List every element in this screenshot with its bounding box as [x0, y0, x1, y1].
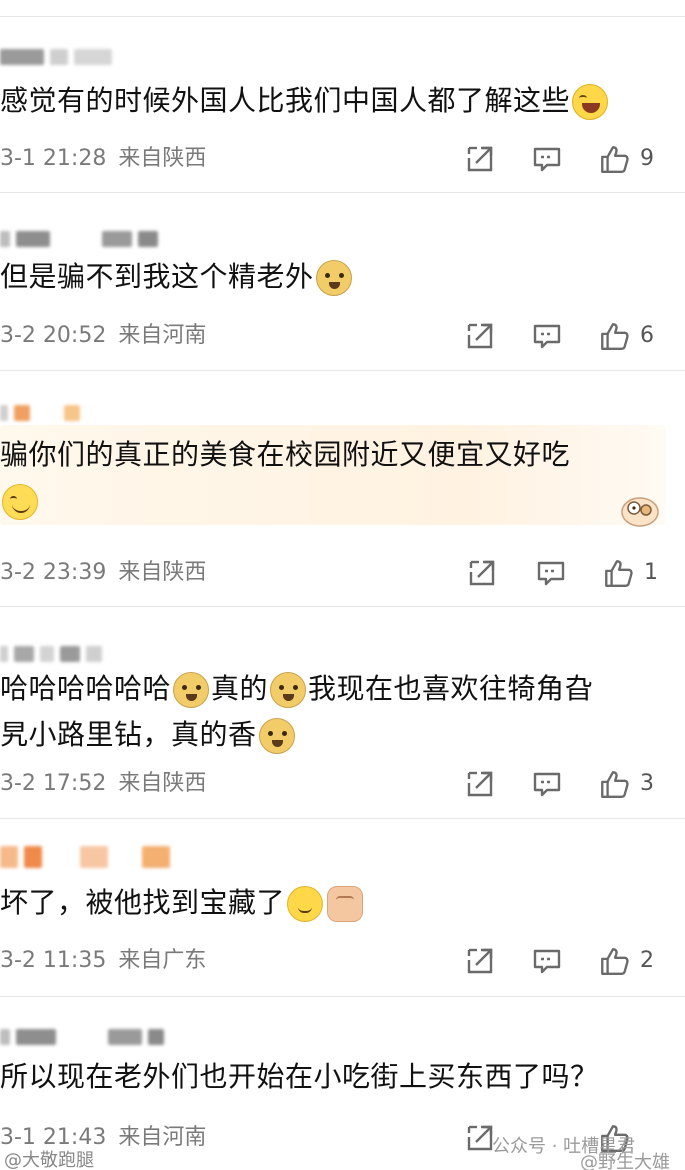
- username-blurred[interactable]: [0, 1028, 164, 1046]
- like-button[interactable]: 6: [598, 321, 654, 351]
- comment-location: 来自河南: [118, 1125, 207, 1150]
- thumbs-up-icon: [602, 557, 634, 589]
- reply-button[interactable]: [532, 321, 562, 351]
- like-button[interactable]: 9: [598, 144, 654, 174]
- comment-meta: 3-2 17:52 来自陕西 3: [0, 769, 685, 799]
- comment-time: 3-2 11:35: [0, 948, 107, 973]
- comment-time: 3-1 21:28: [0, 146, 107, 171]
- divider: [0, 370, 685, 371]
- comment-text: 哈哈哈哈哈哈 真的 我现在也喜欢往犄角旮 旯小路里钻，真的香: [0, 666, 660, 758]
- watermark-left: @大敬跑腿: [4, 1150, 94, 1170]
- comment-icon: [532, 946, 562, 976]
- reply-button[interactable]: [536, 558, 566, 588]
- doge-emoji-icon: [173, 672, 210, 708]
- divider: [0, 16, 685, 17]
- username-blurred[interactable]: [0, 404, 80, 422]
- share-button[interactable]: [465, 946, 495, 976]
- like-count: 3: [640, 771, 654, 796]
- comment-meta: 3-1 21:28 来自陕西 9: [0, 144, 685, 174]
- comment-text: 感觉有的时候外国人比我们中国人都了解这些: [0, 78, 610, 124]
- like-button[interactable]: 1: [602, 558, 658, 588]
- share-icon: [467, 558, 497, 588]
- username-blurred[interactable]: [0, 230, 158, 248]
- reply-button[interactable]: [532, 769, 562, 799]
- thumbs-up-icon: [598, 768, 630, 800]
- comment-time: 3-2 17:52: [0, 771, 107, 796]
- share-icon: [465, 769, 495, 799]
- comment-text: 骗你们的真正的美食在校园附近又便宜又好吃: [0, 432, 660, 524]
- share-icon: [465, 321, 495, 351]
- username-blurred[interactable]: [0, 645, 102, 663]
- comment-icon: [532, 321, 562, 351]
- thumbs-up-icon: [598, 945, 630, 977]
- watermark-weibo: @野生大雄: [580, 1152, 670, 1170]
- share-button[interactable]: [465, 144, 495, 174]
- comment-icon: [536, 558, 566, 588]
- doge-emoji-icon: [315, 260, 352, 296]
- like-button[interactable]: 3: [598, 769, 654, 799]
- smirk-emoji-icon: [287, 886, 324, 922]
- comment-meta: 3-2 20:52 来自河南 6: [0, 321, 685, 351]
- username-blurred[interactable]: [0, 846, 170, 868]
- like-count: 9: [640, 146, 654, 171]
- divider: [0, 996, 685, 997]
- like-count: 2: [640, 948, 654, 973]
- comment-meta: 3-2 23:39 来自陕西 1: [0, 558, 685, 588]
- fist-emoji-icon: [327, 886, 364, 922]
- like-count: 6: [640, 323, 654, 348]
- smile-emoji-icon: [2, 484, 38, 520]
- comment-location: 来自广东: [118, 948, 207, 973]
- comment-location: 来自陕西: [118, 146, 207, 171]
- divider: [0, 192, 685, 193]
- comment-icon: [532, 144, 562, 174]
- share-icon: [465, 1123, 495, 1153]
- comment-text: 但是骗不到我这个精老外: [0, 254, 354, 300]
- comment-text: 所以现在老外们也开始在小吃街上买东西了吗？: [0, 1060, 599, 1093]
- comment-icon: [532, 769, 562, 799]
- comment-location: 来自陕西: [118, 560, 207, 585]
- like-count: 1: [644, 560, 658, 585]
- thumbs-up-icon: [598, 143, 630, 175]
- share-icon: [465, 144, 495, 174]
- reply-button[interactable]: [532, 946, 562, 976]
- comment-text: 坏了，被他找到宝藏了: [0, 880, 365, 926]
- laugh-cry-emoji-icon: [572, 84, 609, 120]
- comment-location: 来自河南: [118, 323, 207, 348]
- cartoon-sticker-icon: [621, 497, 659, 527]
- username-blurred[interactable]: [0, 48, 112, 66]
- comment-time: 3-2 23:39: [0, 560, 107, 585]
- comment-time: 3-2 20:52: [0, 323, 107, 348]
- reply-button[interactable]: [532, 144, 562, 174]
- doge-emoji-icon: [270, 672, 307, 708]
- divider: [0, 818, 685, 819]
- share-button[interactable]: [467, 558, 497, 588]
- share-button[interactable]: [465, 769, 495, 799]
- comment-location: 来自陕西: [118, 771, 207, 796]
- share-button[interactable]: [465, 321, 495, 351]
- share-button[interactable]: [465, 1123, 495, 1153]
- like-button[interactable]: 2: [598, 946, 654, 976]
- comment-meta: 3-2 11:35 来自广东 2: [0, 946, 685, 976]
- thumbs-up-icon: [598, 320, 630, 352]
- divider: [0, 606, 685, 607]
- doge-emoji-icon: [258, 718, 295, 754]
- share-icon: [465, 946, 495, 976]
